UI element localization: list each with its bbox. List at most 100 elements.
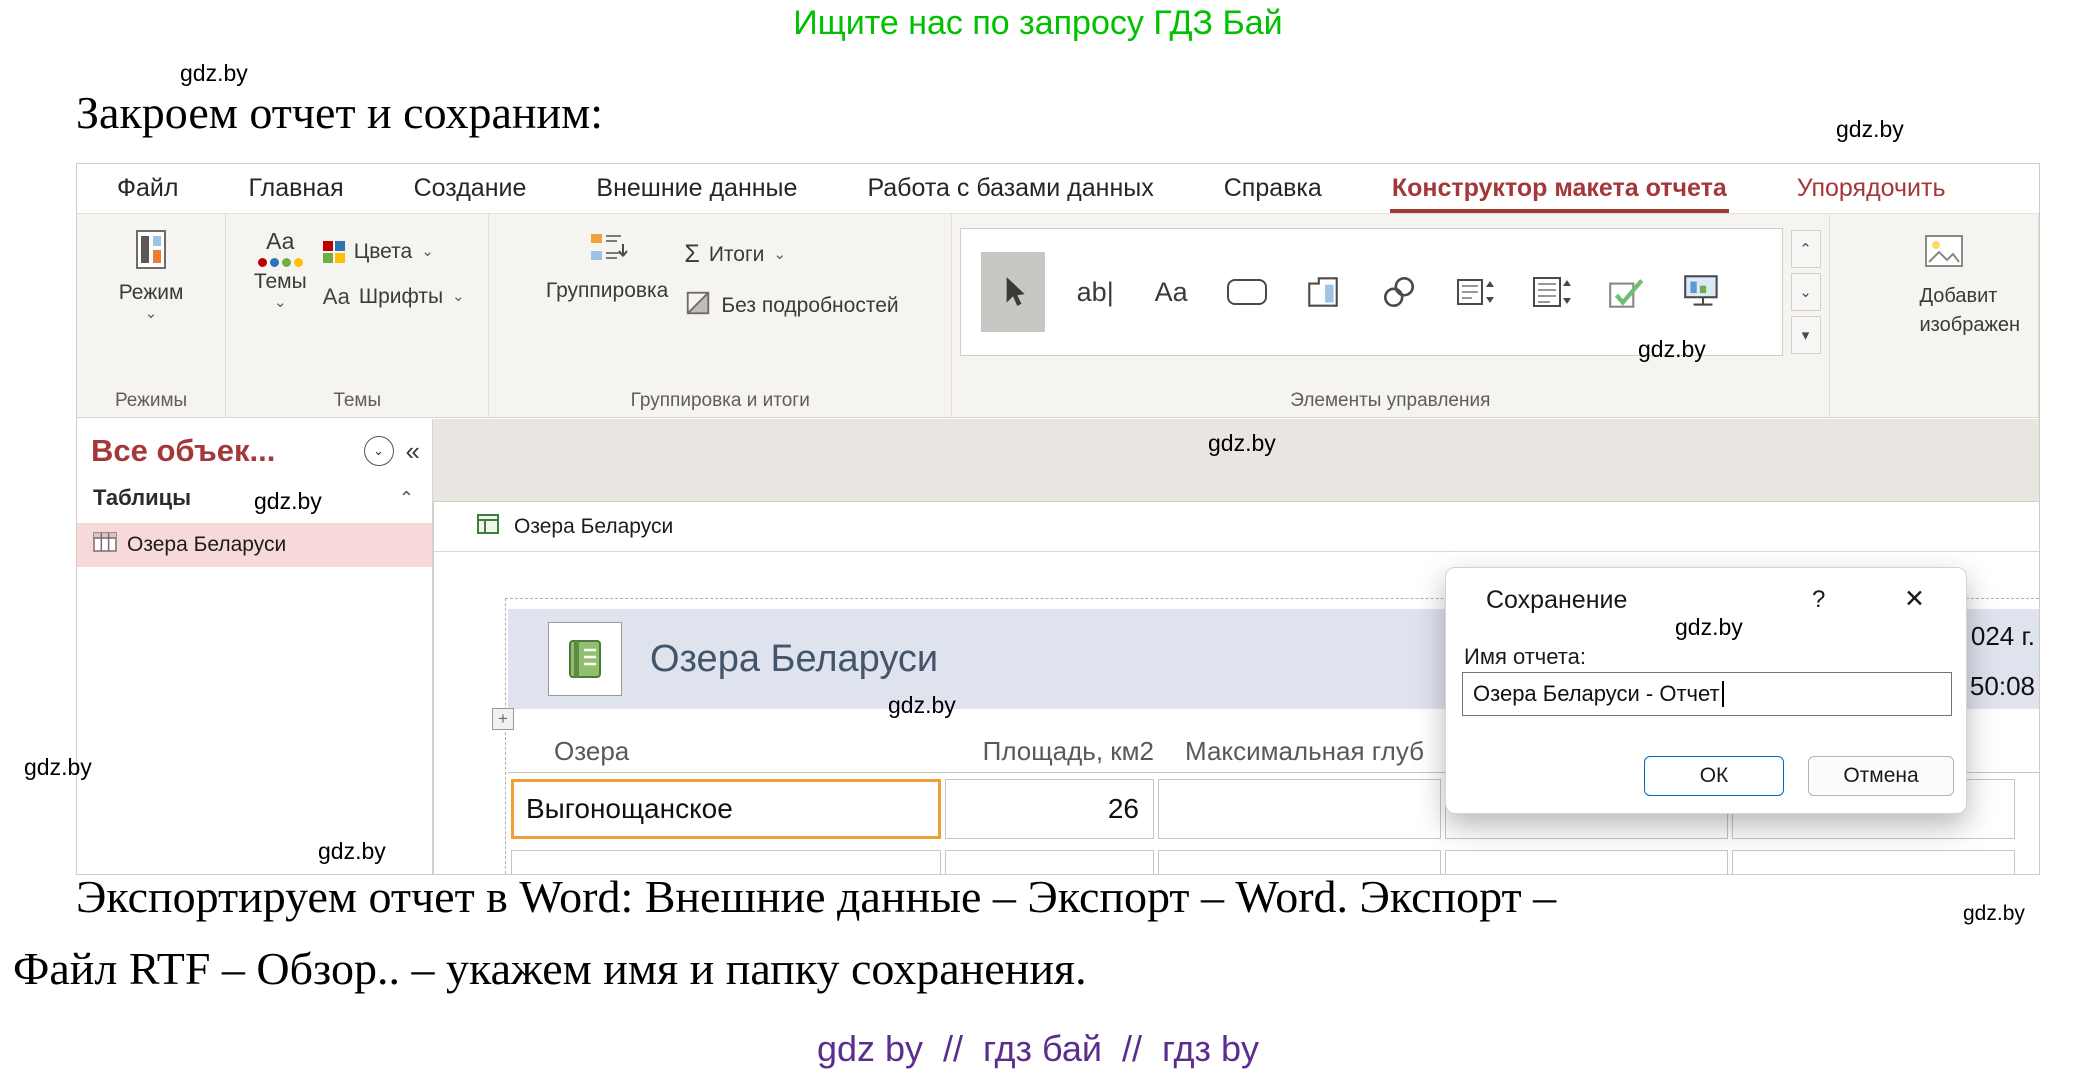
chevron-down-icon: ⌄: [274, 297, 287, 309]
report-name-label: Имя отчета:: [1464, 644, 1586, 670]
footer-promo: gdz by // гдз бай // гдз by: [0, 1028, 2076, 1070]
ribbon-tab-help[interactable]: Справка: [1222, 166, 1324, 213]
themes-button-label: Темы: [254, 270, 307, 294]
nav-group-label: Таблицы: [93, 485, 191, 511]
shutter-bar-close-icon[interactable]: «: [406, 436, 420, 467]
button-icon[interactable]: [1221, 244, 1273, 340]
chart-icon[interactable]: [1677, 244, 1729, 340]
controls-scroll-down-icon[interactable]: ⌄: [1791, 273, 1821, 311]
ribbon-tab-bar: Файл Главная Создание Внешние данные Раб…: [77, 164, 2039, 214]
promo-banner: Ищите нас по запросу ГДЗ Бай: [0, 4, 2076, 43]
view-button[interactable]: Режим ⌄: [109, 222, 194, 387]
listbox-icon[interactable]: [1525, 244, 1577, 340]
column-header-depth[interactable]: Максимальная глуб: [1185, 736, 1424, 767]
textbox-icon[interactable]: ab|: [1069, 244, 1121, 340]
view-button-label: Режим: [119, 281, 184, 305]
select-cursor-icon[interactable]: [981, 252, 1045, 332]
collapse-icon: ⌃: [399, 488, 414, 509]
gdz-watermark: gdz.by: [888, 692, 956, 719]
hide-details-label: Без подробностей: [721, 294, 898, 318]
ribbon-group-views: Режим ⌄ Режимы: [77, 214, 226, 417]
sigma-icon: Σ: [684, 240, 699, 269]
report-date-fragment: 024 г.: [1971, 621, 2035, 652]
column-header-area[interactable]: Площадь, км2: [948, 736, 1154, 767]
report-icon: [476, 512, 500, 542]
gdz-watermark: gdz.by: [318, 838, 386, 865]
ribbon-tab-file[interactable]: Файл: [115, 166, 180, 213]
report-time-fragment: 50:08: [1970, 671, 2035, 702]
colors-button-label: Цвета: [354, 240, 413, 264]
colors-icon: [323, 241, 345, 263]
cell-empty[interactable]: [1158, 779, 1441, 839]
chevron-down-icon: ⌄: [452, 291, 465, 303]
fonts-button[interactable]: Аа Шрифты ⌄: [317, 282, 471, 312]
layout-move-handle-icon[interactable]: +: [492, 708, 514, 730]
gdz-watermark: gdz.by: [24, 754, 92, 781]
nav-item-label: Озера Беларуси: [127, 533, 286, 557]
insert-image-icon: [1920, 228, 1968, 280]
themes-button[interactable]: Аа Темы ⌄: [244, 222, 317, 387]
instruction-line-1: Экспортируем отчет в Word: Внешние данны…: [76, 870, 1556, 923]
chevron-down-icon: ⌄: [421, 246, 434, 258]
ribbon-group-controls: ab| Aa: [952, 214, 1829, 417]
save-dialog: Сохранение ? ✕ Имя отчета: Озера Беларус…: [1445, 567, 1967, 814]
totals-button[interactable]: Σ Итоги ⌄: [678, 238, 904, 271]
document-tab[interactable]: Озера Беларуси: [434, 502, 2039, 552]
ribbon-tab-home[interactable]: Главная: [246, 166, 345, 213]
help-icon[interactable]: ?: [1812, 586, 1825, 614]
controls-scroll-up-icon[interactable]: ⌃: [1791, 230, 1821, 268]
nav-pane-title: Все объек...: [91, 433, 275, 469]
ribbon-group-insert-image: Добавит изображен: [1830, 214, 2040, 417]
ribbon-group-themes: Аа Темы ⌄ Цвета ⌄ Аа: [226, 214, 489, 417]
ribbon-tab-create[interactable]: Создание: [412, 166, 529, 213]
page-title: Закроем отчет и сохраним:: [76, 86, 603, 139]
instruction-line-2: Файл RTF – Обзор.. – укажем имя и папку …: [13, 942, 1087, 995]
hyperlink-icon[interactable]: [1373, 244, 1425, 340]
chevron-down-icon: ⌄: [373, 443, 384, 459]
controls-more-icon[interactable]: ▾: [1791, 316, 1821, 354]
cell-area-value[interactable]: 26: [945, 779, 1154, 839]
dialog-title: Сохранение: [1486, 586, 1627, 615]
cell-lake-name[interactable]: Выгонощанское: [511, 779, 941, 839]
ribbon-tab-report-layout-design[interactable]: Конструктор макета отчета: [1390, 166, 1729, 213]
document-tab-label: Озера Беларуси: [514, 515, 673, 539]
hide-details-icon: [684, 289, 712, 323]
ribbon: Режим ⌄ Режимы Аа Темы ⌄: [77, 214, 2039, 418]
cell-empty[interactable]: [1732, 850, 2015, 875]
column-header-lake[interactable]: Озера: [554, 736, 629, 767]
gdz-watermark: gdz.by: [1675, 614, 1743, 641]
chevron-down-icon: ⌄: [145, 308, 158, 320]
report-name-input[interactable]: Озера Беларуси - Отчет: [1462, 672, 1952, 716]
gdz-watermark: gdz.by: [254, 488, 322, 515]
view-icon: [129, 228, 173, 278]
insert-image-label-line2: изображен: [1920, 312, 2021, 338]
checkbox-icon[interactable]: [1601, 244, 1653, 340]
nav-menu-button[interactable]: ⌄: [364, 436, 394, 466]
close-icon[interactable]: ✕: [1904, 584, 1925, 614]
hide-details-button[interactable]: Без подробностей: [678, 287, 904, 325]
report-title[interactable]: Озера Беларуси: [650, 638, 938, 681]
colors-button[interactable]: Цвета ⌄: [317, 238, 471, 266]
ribbon-tab-arrange[interactable]: Упорядочить: [1795, 166, 1948, 213]
nav-item-lakes-table[interactable]: Озера Беларуси: [77, 523, 432, 567]
controls-scrollbar: ⌃ ⌄ ▾: [1791, 230, 1821, 387]
report-logo-icon[interactable]: [548, 622, 622, 696]
group-label-controls: Элементы управления: [952, 390, 1828, 412]
grouping-button[interactable]: Группировка: [536, 222, 678, 387]
insert-image-button[interactable]: Добавит изображен: [1910, 222, 2031, 387]
tab-control-icon[interactable]: [1297, 244, 1349, 340]
gdz-watermark: gdz.by: [180, 60, 248, 87]
label-icon[interactable]: Aa: [1145, 244, 1197, 340]
ribbon-tab-database-tools[interactable]: Работа с базами данных: [865, 166, 1155, 213]
group-label-themes: Темы: [226, 390, 488, 412]
ok-button[interactable]: ОК: [1644, 756, 1784, 796]
ribbon-group-grouping: Группировка Σ Итоги ⌄ Без подробност: [489, 214, 952, 417]
gdz-watermark: gdz.by: [1963, 902, 2025, 926]
fonts-icon: Аа: [323, 284, 350, 310]
group-label-grouping: Группировка и итоги: [489, 390, 951, 412]
fonts-button-label: Шрифты: [359, 285, 443, 309]
combobox-icon[interactable]: [1449, 244, 1501, 340]
ribbon-tab-external-data[interactable]: Внешние данные: [594, 166, 799, 213]
cancel-button[interactable]: Отмена: [1808, 756, 1954, 796]
group-label-views: Режимы: [77, 390, 225, 412]
